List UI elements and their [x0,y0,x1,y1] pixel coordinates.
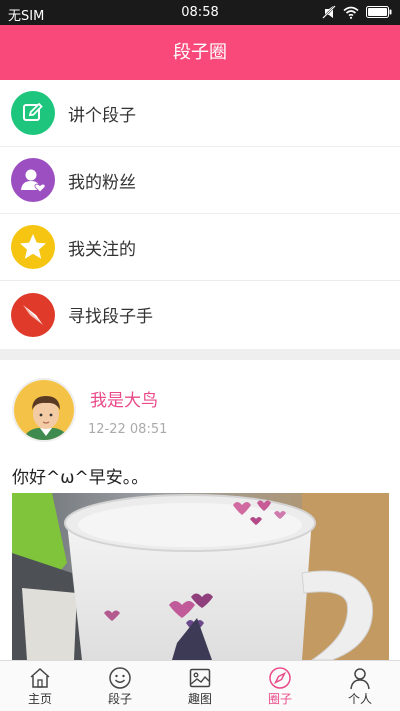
compass-icon [11,292,55,337]
star-icon [11,225,55,269]
status-bar: 无SIM 08:58 [0,0,400,25]
tab-label: 段子 [107,692,132,706]
status-icons [322,5,392,19]
circle-menu: 讲个段子 我的粉丝 我关注的 寻找段子手 [0,80,400,348]
tab-profile[interactable]: 个人 [320,661,400,711]
menu-label: 我关注的 [68,239,136,260]
tab-label: 个人 [347,692,372,706]
menu-item-write-joke[interactable]: 讲个段子 [0,80,400,147]
tab-label: 主页 [27,692,52,706]
post-timestamp: 12-22 08:51 [88,422,168,437]
home-icon [30,667,50,688]
tab-bar: 主页 段子 趣图 圈子 个人 [0,660,400,711]
smile-icon [109,667,131,689]
post-card[interactable]: 我是大鸟 12-22 08:51 你好^ω^早安。。 [0,360,400,660]
post-text: 你好^ω^早安。。 [12,468,149,488]
tab-circle[interactable]: 圈子 [240,661,320,711]
picture-icon [189,668,211,688]
tab-jokes[interactable]: 段子 [80,661,160,711]
vibrate-mute-icon [322,5,336,19]
edit-icon [11,91,55,135]
menu-label: 我的粉丝 [68,172,136,193]
avatar[interactable] [12,378,76,442]
wifi-icon [343,6,359,19]
menu-item-following[interactable]: 我关注的 [0,214,400,281]
menu-item-my-fans[interactable]: 我的粉丝 [0,147,400,214]
battery-icon [366,6,392,18]
section-divider [0,349,400,360]
tab-label: 圈子 [267,692,292,706]
compass-icon [269,667,291,689]
tab-fun-pics[interactable]: 趣图 [160,661,240,711]
user-icon [350,668,370,690]
tab-home[interactable]: 主页 [0,661,80,711]
menu-label: 寻找段子手 [68,307,153,327]
post-username[interactable]: 我是大鸟 [90,386,158,411]
post-image[interactable] [12,493,389,660]
menu-label: 讲个段子 [68,105,136,126]
page-title: 段子圈 [173,42,227,63]
app-header: 段子圈 [0,25,400,80]
menu-item-find-writers[interactable]: 寻找段子手 [0,281,400,348]
tab-label: 趣图 [187,692,212,706]
fans-icon [11,158,55,202]
